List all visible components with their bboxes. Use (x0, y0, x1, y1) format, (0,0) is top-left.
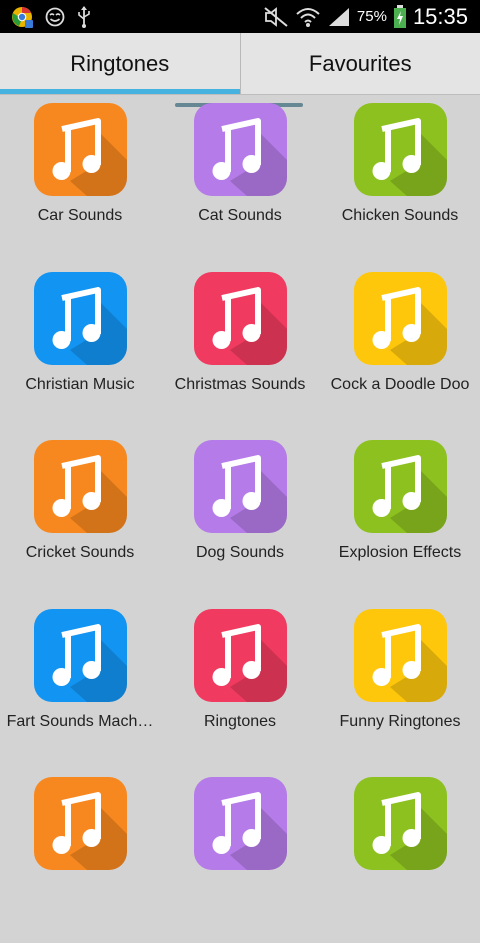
category-label: Cricket Sounds (26, 544, 135, 562)
music-note-icon (194, 272, 287, 365)
category-label: Explosion Effects (339, 544, 461, 562)
mute-icon (263, 6, 289, 28)
smiley-icon (44, 6, 66, 28)
category-label: Cock a Doodle Doo (331, 376, 470, 394)
tab-ringtones[interactable]: Ringtones (0, 33, 240, 94)
ringtone-category-grid: Car Sounds Cat Sounds Chicken Sounds (0, 100, 480, 943)
music-note-icon (194, 609, 287, 702)
status-bar: 75% 15:35 (0, 0, 480, 33)
category-label: Car Sounds (38, 207, 123, 225)
category-item[interactable]: Car Sounds (0, 100, 160, 269)
category-item[interactable]: Cock a Doodle Doo (320, 269, 480, 438)
music-note-icon (354, 440, 447, 533)
category-label: Dog Sounds (196, 544, 284, 562)
category-item[interactable]: Cat Sounds (160, 100, 320, 269)
usb-icon (76, 5, 92, 29)
music-note-icon (194, 777, 287, 870)
category-item[interactable]: Chicken Sounds (320, 100, 480, 269)
music-note-icon (354, 272, 447, 365)
category-item[interactable]: Christmas Sounds (160, 269, 320, 438)
category-label: Chicken Sounds (342, 207, 459, 225)
category-item[interactable]: Fart Sounds Mach… (0, 606, 160, 775)
category-label: Christian Music (25, 376, 134, 394)
category-item[interactable]: Explosion Effects (320, 437, 480, 606)
category-item[interactable] (0, 774, 160, 943)
music-note-icon (194, 440, 287, 533)
battery-percentage: 75% (357, 8, 387, 25)
category-item[interactable]: Christian Music (0, 269, 160, 438)
music-note-icon (34, 103, 127, 196)
music-note-icon (34, 609, 127, 702)
music-note-icon (34, 440, 127, 533)
battery-icon (393, 5, 407, 29)
category-label: Ringtones (204, 713, 276, 731)
category-label: Fart Sounds Mach… (7, 713, 154, 731)
tab-bar: Ringtones Favourites (0, 33, 480, 95)
wifi-icon (295, 6, 321, 28)
signal-icon (327, 6, 351, 28)
chrome-icon (10, 5, 34, 29)
category-label: Funny Ringtones (340, 713, 461, 731)
tab-favourites[interactable]: Favourites (240, 33, 480, 94)
category-item[interactable]: Funny Ringtones (320, 606, 480, 775)
music-note-icon (354, 777, 447, 870)
category-label: Christmas Sounds (175, 376, 306, 394)
category-item[interactable] (160, 774, 320, 943)
music-note-icon (34, 272, 127, 365)
music-note-icon (194, 103, 287, 196)
category-item[interactable] (320, 774, 480, 943)
category-item[interactable]: Dog Sounds (160, 437, 320, 606)
category-label: Cat Sounds (198, 207, 282, 225)
music-note-icon (354, 609, 447, 702)
music-note-icon (354, 103, 447, 196)
category-item[interactable]: Cricket Sounds (0, 437, 160, 606)
category-item[interactable]: Ringtones (160, 606, 320, 775)
music-note-icon (34, 777, 127, 870)
clock: 15:35 (413, 4, 468, 30)
